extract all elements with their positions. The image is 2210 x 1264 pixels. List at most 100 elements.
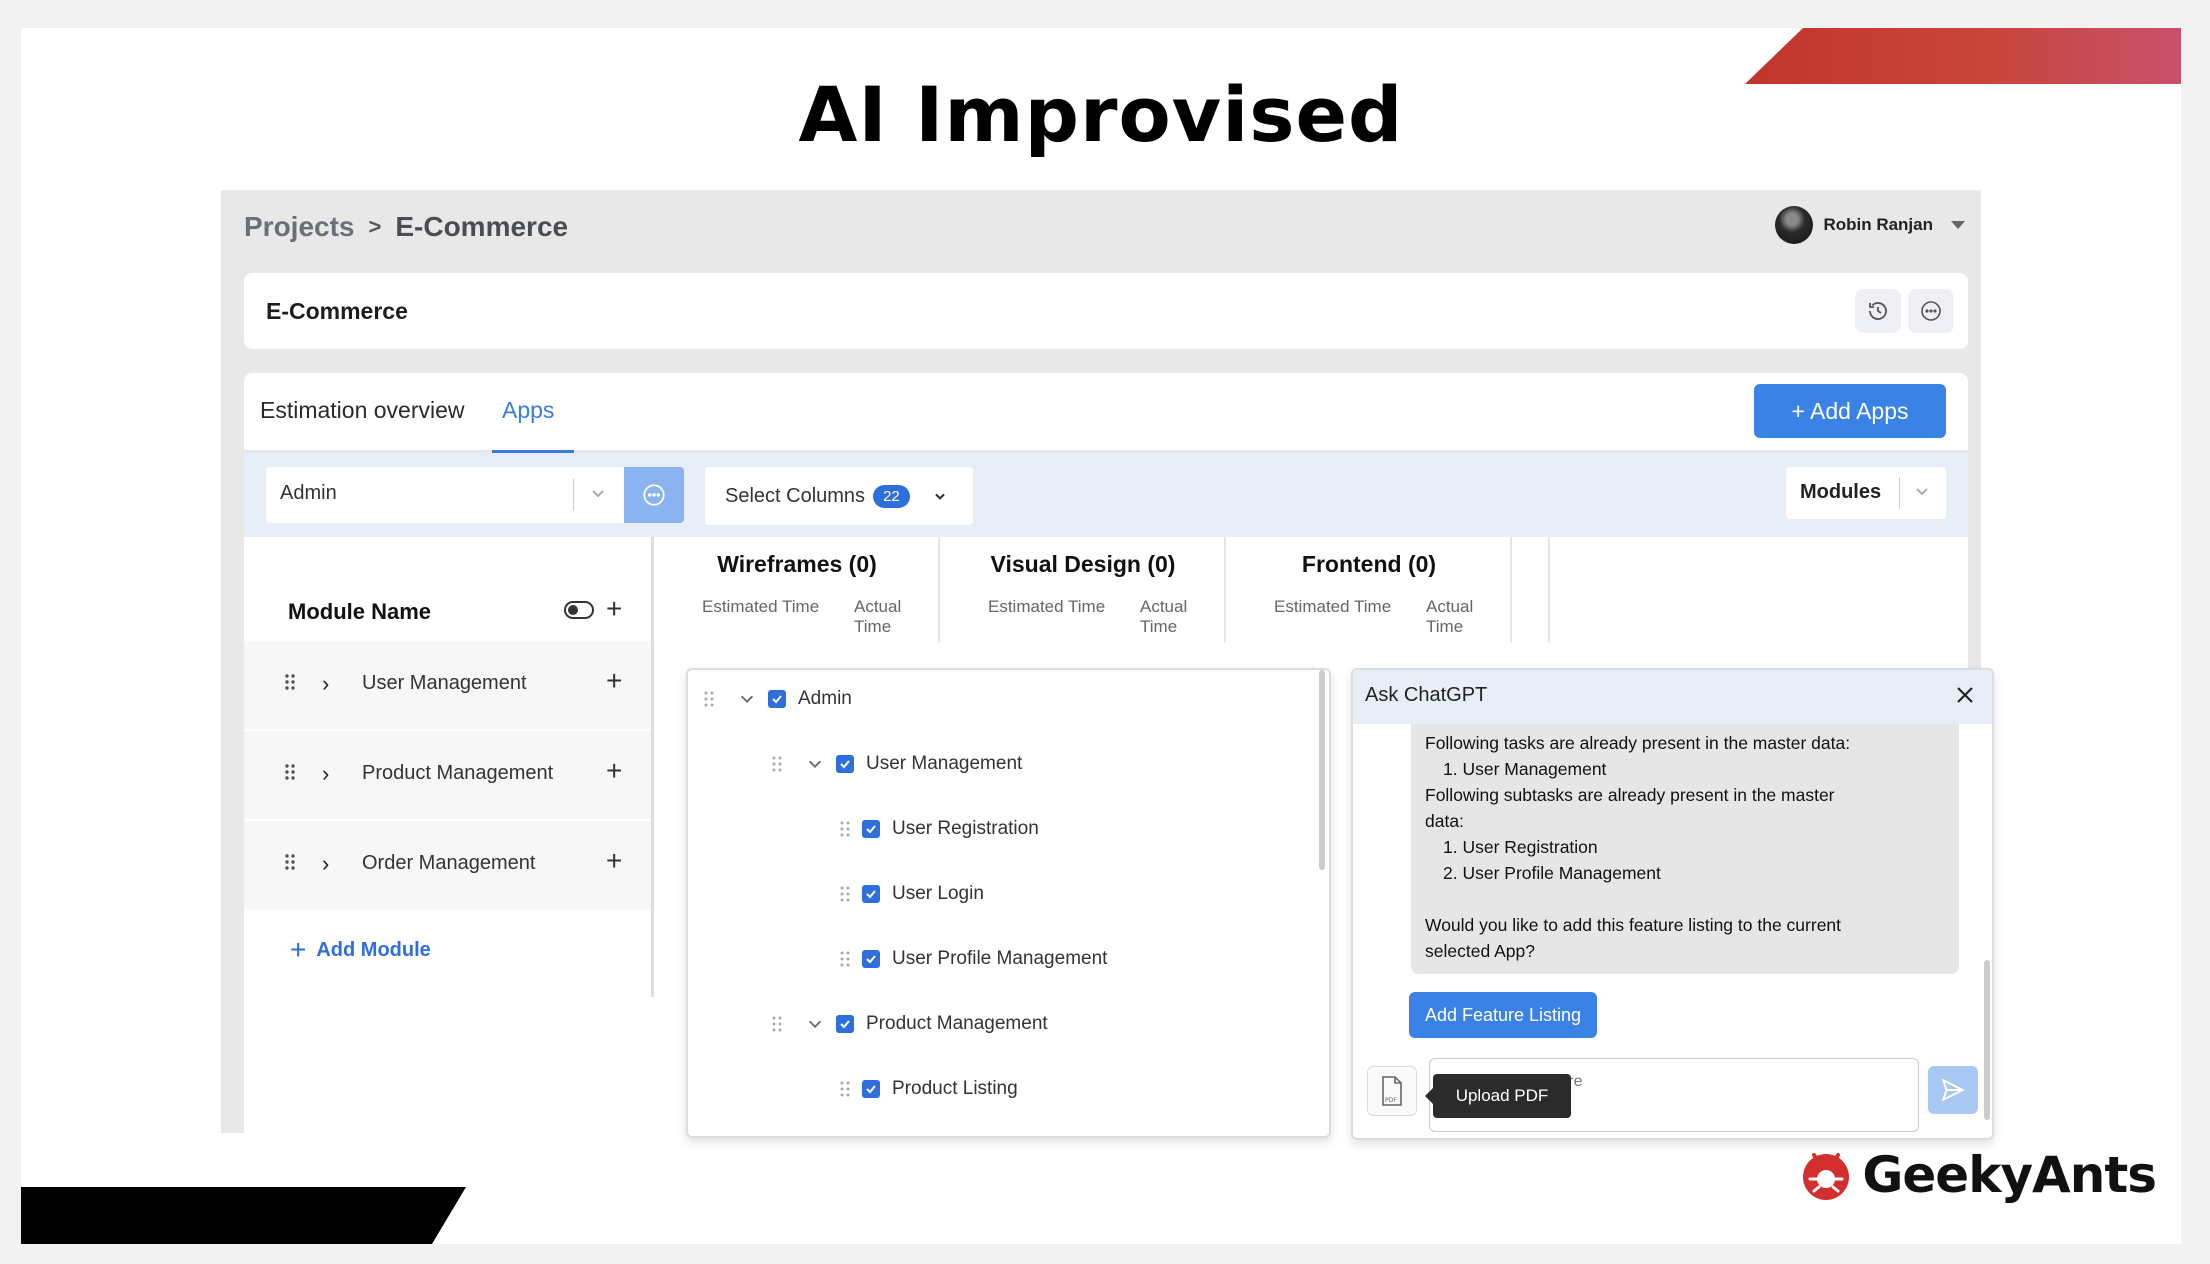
chat-message-line: 1. User Registration <box>1443 837 1598 857</box>
drag-handle-icon[interactable] <box>840 886 850 902</box>
drag-handle-icon[interactable] <box>704 691 714 707</box>
tree-item[interactable]: User Profile Management <box>840 948 1107 970</box>
app-select-value: Admin <box>280 482 337 504</box>
select-columns-label: Select Columns <box>725 484 866 507</box>
drag-handle-icon[interactable] <box>772 1016 782 1032</box>
column-subheader: Actual Time <box>1426 597 1474 636</box>
module-row[interactable]: › Product Management + <box>244 731 651 819</box>
modules-dropdown[interactable]: Modules <box>1786 467 1946 519</box>
checkbox-checked[interactable] <box>862 950 880 968</box>
drag-handle-icon[interactable] <box>772 756 782 772</box>
breadcrumb-separator: > <box>368 214 382 239</box>
module-row[interactable]: › User Management + <box>244 641 651 729</box>
plus-icon[interactable]: + <box>606 757 622 785</box>
select-columns-dropdown[interactable]: Select Columns 22 <box>705 467 973 525</box>
upload-pdf-button[interactable]: PDF <box>1367 1066 1417 1116</box>
check-icon <box>840 1020 850 1029</box>
tree-item-label: User Profile Management <box>892 948 1108 969</box>
drag-handle-icon[interactable] <box>284 853 296 871</box>
column-subheader: Estimated Time <box>702 597 820 616</box>
tree-item-label: User Management <box>866 753 1023 774</box>
vertical-scrollbar[interactable] <box>1319 670 1325 870</box>
history-button[interactable] <box>1855 289 1901 333</box>
drag-handle-icon[interactable] <box>840 951 850 967</box>
drag-handle-icon[interactable] <box>840 1081 850 1097</box>
chevron-right-icon[interactable]: › <box>322 671 329 697</box>
tree-item[interactable]: Product Listing <box>840 1078 1018 1100</box>
toggle-switch[interactable] <box>564 601 594 619</box>
checkbox-checked[interactable] <box>836 755 854 773</box>
history-icon <box>1869 302 1887 320</box>
checkbox-checked[interactable] <box>768 690 786 708</box>
check-icon <box>866 825 876 834</box>
close-icon[interactable] <box>1954 684 1976 706</box>
column-subheader: Estimated Time <box>1274 597 1392 616</box>
plus-icon[interactable]: + <box>606 847 622 875</box>
more-horizontal-icon <box>643 484 665 506</box>
check-icon <box>840 760 850 769</box>
module-row[interactable]: › Order Management + <box>244 821 651 909</box>
chevron-down-icon <box>592 490 604 498</box>
project-name: E-Commerce <box>266 298 408 324</box>
chevron-right-icon[interactable]: › <box>322 851 329 877</box>
chat-header: Ask ChatGPT <box>1353 670 1992 724</box>
more-options-button[interactable] <box>1908 289 1954 333</box>
column-subheader: Estimated Time <box>988 597 1106 616</box>
breadcrumb: Projects > E-Commerce <box>244 211 568 243</box>
decorative-black-banner <box>21 1187 466 1244</box>
tree-item[interactable]: Admin <box>704 688 852 710</box>
chat-message-bubble: Following tasks are already present in t… <box>1411 724 1959 974</box>
send-icon <box>1941 1078 1965 1102</box>
checkbox-checked[interactable] <box>862 885 880 903</box>
tree-item[interactable]: Product Management <box>772 1013 1048 1035</box>
user-menu[interactable]: Robin Ranjan <box>1775 206 1965 244</box>
check-icon <box>866 1085 876 1094</box>
checkbox-checked[interactable] <box>836 1015 854 1033</box>
column-header-wireframes: Wireframes (0) Estimated Time Actual Tim… <box>656 537 940 643</box>
app-options-button[interactable] <box>624 467 684 523</box>
add-feature-listing-button[interactable]: Add Feature Listing <box>1409 992 1597 1038</box>
module-label: Product Management <box>362 762 554 784</box>
chevron-down-icon[interactable] <box>806 755 824 773</box>
brand-name: GeekyAnts <box>1862 1146 2157 1204</box>
app-select[interactable]: Admin <box>266 467 624 523</box>
tree-item[interactable]: User Login <box>840 883 984 905</box>
chat-message-line: selected App? <box>1425 941 1535 961</box>
tab-estimation-overview[interactable]: Estimation overview <box>260 397 465 424</box>
tree-item[interactable]: User Management <box>772 753 1022 775</box>
avatar <box>1775 206 1814 244</box>
check-icon <box>866 955 876 964</box>
checkbox-checked[interactable] <box>862 1080 880 1098</box>
breadcrumb-projects[interactable]: Projects <box>244 211 355 243</box>
brand-logo: GeekyAnts <box>1800 1146 2157 1204</box>
tree-item-label: User Login <box>892 883 984 904</box>
add-module-button[interactable]: + Add Module <box>290 934 431 966</box>
plus-icon[interactable]: + <box>606 667 622 695</box>
slide: AI Improvised GeekyAnts Projects > E-Com… <box>21 28 2181 1244</box>
slide-title: AI Improvised <box>798 70 1404 159</box>
checkbox-checked[interactable] <box>862 820 880 838</box>
pdf-file-icon: PDF <box>1382 1076 1402 1106</box>
tab-apps[interactable]: Apps <box>502 397 554 424</box>
column-subheader: Actual Time <box>1140 597 1188 636</box>
send-button[interactable] <box>1928 1066 1978 1114</box>
column-header-frontend: Frontend (0) Estimated Time Actual Time <box>1228 537 1512 643</box>
drag-handle-icon[interactable] <box>284 673 296 691</box>
tree-item-label: Product Management <box>866 1013 1048 1034</box>
chat-message-line: Would you like to add this feature listi… <box>1425 915 1842 935</box>
chevron-down-icon <box>935 493 945 500</box>
chevron-right-icon[interactable]: › <box>322 761 329 787</box>
drag-handle-icon[interactable] <box>284 763 296 781</box>
plus-icon[interactable]: + <box>606 595 622 623</box>
chevron-down-icon[interactable] <box>806 1015 824 1033</box>
modules-dropdown-label: Modules <box>1800 481 1882 503</box>
column-title: Visual Design (0) <box>990 551 1176 577</box>
vertical-scrollbar[interactable] <box>1984 960 1990 1120</box>
tree-item[interactable]: User Registration <box>840 818 1039 840</box>
chevron-down-icon[interactable] <box>738 690 756 708</box>
more-horizontal-icon <box>1921 301 1941 321</box>
check-icon <box>866 890 876 899</box>
add-apps-button[interactable]: + Add Apps <box>1754 384 1946 438</box>
drag-handle-icon[interactable] <box>840 821 850 837</box>
pdf-icon-text: PDF <box>1385 1097 1397 1104</box>
